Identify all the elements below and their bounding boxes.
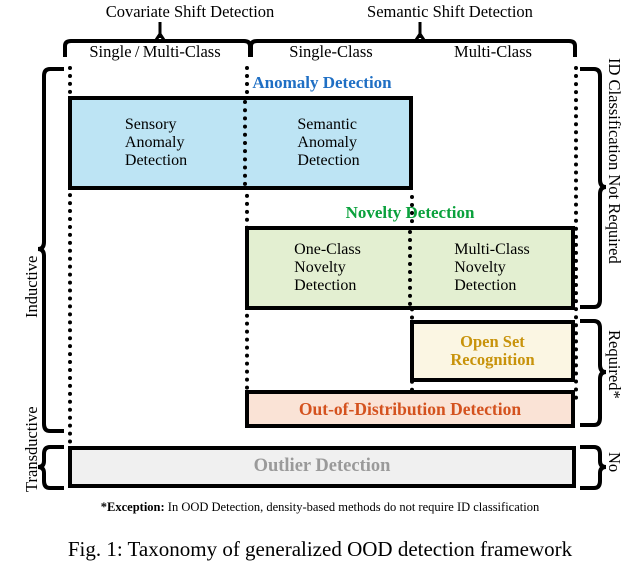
one-class-novelty-line-3: Detection xyxy=(294,277,357,294)
brace-inductive xyxy=(37,67,64,433)
box-open-set-recognition[interactable]: Open Set Recognition xyxy=(410,320,575,382)
outlier-detection-label: Outlier Detection xyxy=(253,456,391,477)
left-label-transductive: Transductive xyxy=(22,406,41,492)
semantic-anomaly-line-2: Anomaly xyxy=(297,134,357,151)
one-class-novelty-line-2: Novelty xyxy=(294,259,346,276)
column-header-single-multi-class: Single / Multi-Class xyxy=(89,42,221,61)
multi-class-novelty-line-2: Novelty xyxy=(454,259,506,276)
box-sensory-anomaly-detection[interactable]: Sensory Anomaly Detection xyxy=(72,100,240,186)
anomaly-split-divider xyxy=(243,100,247,186)
footnote-marker: *Exception: xyxy=(100,500,165,514)
column-header-multi-class: Multi-Class xyxy=(454,42,532,61)
multi-class-novelty-line-1: Multi-Class xyxy=(454,241,530,258)
left-label-inductive: Inductive xyxy=(22,255,41,318)
figure-caption: Fig. 1: Taxonomy of generalized OOD dete… xyxy=(67,537,573,561)
taxonomy-figure: Covariate Shift Detection Semantic Shift… xyxy=(0,0,640,561)
semantic-anomaly-line-1: Semantic xyxy=(297,116,357,133)
novelty-split-divider xyxy=(408,230,412,306)
open-set-recognition-line-1: Open Set xyxy=(460,332,525,352)
one-class-novelty-line-1: One-Class xyxy=(294,241,361,258)
group-title-novelty-detection: Novelty Detection xyxy=(345,203,475,222)
box-one-class-novelty-detection[interactable]: One-Class Novelty Detection xyxy=(249,230,406,306)
right-label-no: No xyxy=(605,452,624,473)
right-label-required: Required* xyxy=(605,330,624,399)
semantic-anomaly-line-3: Detection xyxy=(297,152,360,169)
sensory-anomaly-line-2: Anomaly xyxy=(124,134,185,151)
footnote: *Exception: In OOD Detection, density-ba… xyxy=(0,500,640,515)
box-outlier-detection[interactable]: Outlier Detection xyxy=(68,446,576,488)
open-set-recognition-line-2: Recognition xyxy=(450,350,535,369)
sensory-anomaly-line-3: Detection xyxy=(124,152,188,169)
box-semantic-anomaly-detection[interactable]: Semantic Anomaly Detection xyxy=(248,100,409,186)
top-group-label-covariate: Covariate Shift Detection xyxy=(105,2,275,21)
ood-detection-label: Out-of-Distribution Detection xyxy=(298,398,522,419)
multi-class-novelty-line-3: Detection xyxy=(454,277,517,294)
footnote-text: In OOD Detection, density-based methods … xyxy=(164,500,540,514)
sensory-anomaly-line-1: Sensory xyxy=(124,116,177,133)
right-label-id-classification-not-required: ID Classification Not Required xyxy=(605,58,624,264)
box-ood-detection[interactable]: Out-of-Distribution Detection xyxy=(245,390,575,428)
top-group-label-semantic: Semantic Shift Detection xyxy=(367,2,533,21)
box-multi-class-novelty-detection[interactable]: Multi-Class Novelty Detection xyxy=(413,230,571,306)
column-header-single-class: Single-Class xyxy=(289,42,373,61)
group-title-anomaly-detection: Anomaly Detection xyxy=(252,73,392,92)
